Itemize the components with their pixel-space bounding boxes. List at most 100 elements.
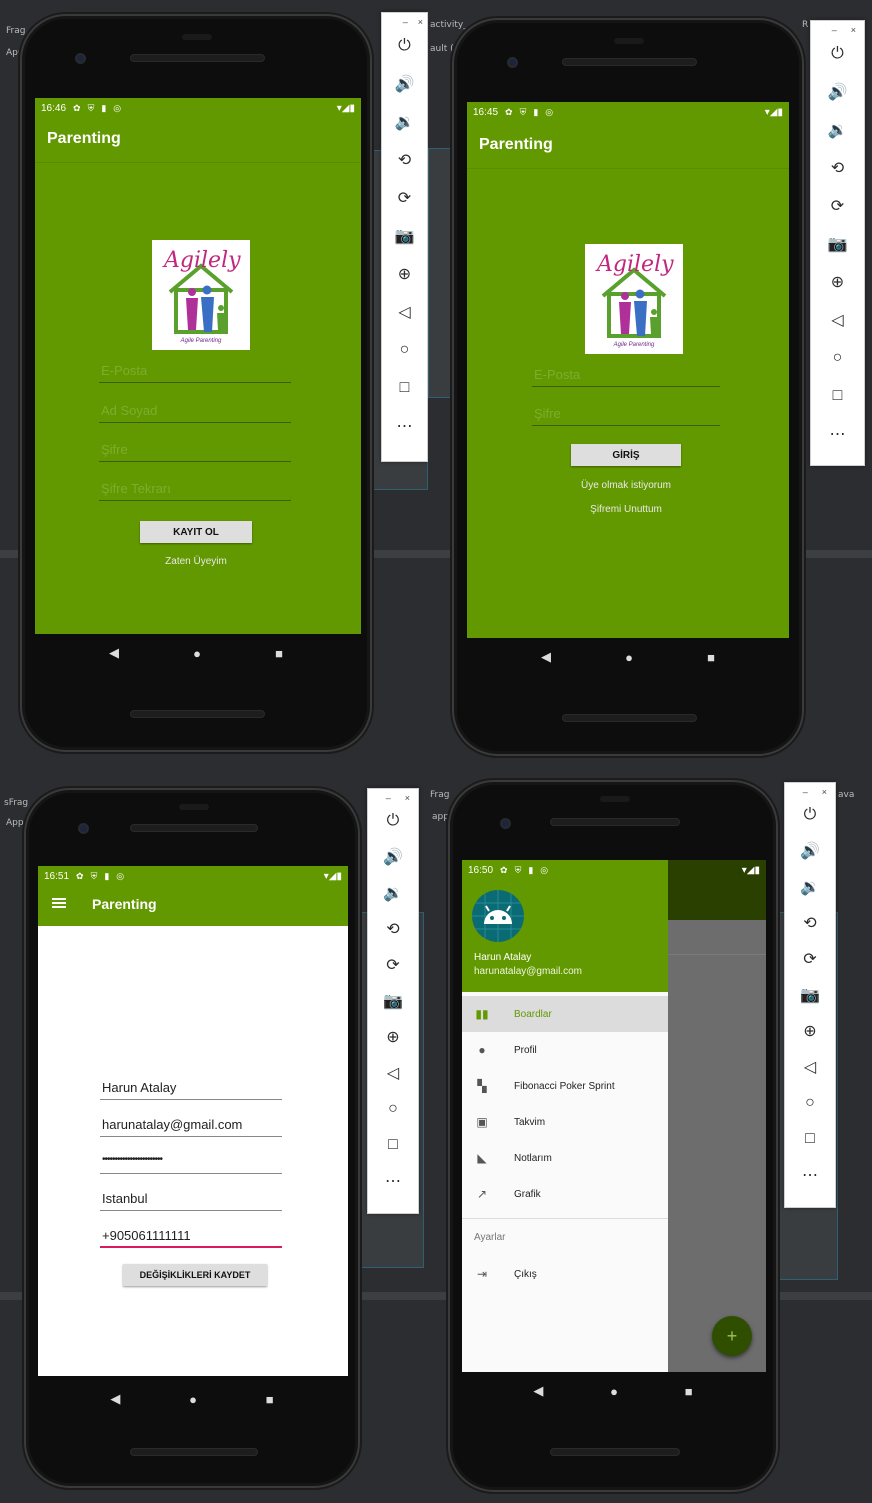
camera-icon[interactable]: 📷 xyxy=(800,977,820,1013)
register-link[interactable]: Üye olmak istiyorum xyxy=(557,480,695,491)
minimize-icon[interactable]: – xyxy=(832,25,837,35)
zoom-icon[interactable]: ⊕ xyxy=(398,255,411,293)
power-icon[interactable]: ⏻ xyxy=(804,797,817,833)
email-field[interactable]: E-Posta xyxy=(99,363,291,383)
save-changes-button[interactable]: DEĞİŞİKLİKLERİ KAYDET xyxy=(123,1264,267,1286)
password-field[interactable]: •••••••••••••••••••••••• xyxy=(100,1154,282,1174)
camera-icon[interactable]: 📷 xyxy=(383,983,403,1019)
name-field[interactable]: Ad Soyad xyxy=(99,403,291,423)
password-repeat-field[interactable]: Şifre Tekrarı xyxy=(99,481,291,501)
shield-status-icon: ⛨ xyxy=(87,102,95,113)
home-icon[interactable]: ○ xyxy=(388,1091,398,1127)
front-camera xyxy=(75,53,86,64)
rotate-right-icon[interactable]: ⟳ xyxy=(398,179,411,217)
drawer-item-label: Boardlar xyxy=(514,1008,552,1020)
volume-up-icon[interactable]: 🔊 xyxy=(800,833,820,869)
minimize-icon[interactable]: – xyxy=(386,793,391,803)
settings-status-icon: ✿ xyxy=(73,102,81,113)
drawer-item-grafik[interactable]: ↗ Grafik xyxy=(462,1176,668,1212)
drawer-user-name: Harun Atalay xyxy=(474,952,532,963)
volume-down-icon[interactable]: 🔉 xyxy=(800,869,820,905)
rotate-right-icon[interactable]: ⟳ xyxy=(386,947,399,983)
recents-nav-icon[interactable]: ■ xyxy=(707,650,715,665)
close-icon[interactable]: × xyxy=(405,793,410,803)
recents-nav-icon[interactable]: ■ xyxy=(685,1384,693,1399)
rotate-left-icon[interactable]: ⟲ xyxy=(803,905,816,941)
back-nav-icon[interactable]: ◀ xyxy=(533,1383,543,1399)
back-nav-icon[interactable]: ◀ xyxy=(109,645,119,661)
volume-down-icon[interactable]: 🔉 xyxy=(395,103,415,141)
password-field[interactable]: Şifre xyxy=(532,406,720,426)
password-field[interactable]: Şifre xyxy=(99,442,291,462)
rotate-right-icon[interactable]: ⟳ xyxy=(831,187,844,225)
overview-icon[interactable]: □ xyxy=(833,377,843,415)
back-nav-icon[interactable]: ◀ xyxy=(110,1391,120,1407)
power-icon[interactable]: ⏻ xyxy=(831,35,844,73)
drawer-item-boardlar[interactable]: ▮▮ Boardlar xyxy=(462,996,668,1032)
logout-item[interactable]: ⇥ Çıkış xyxy=(462,1256,668,1292)
minimize-icon[interactable]: – xyxy=(403,17,408,27)
more-icon[interactable]: ⋯ xyxy=(385,1163,401,1199)
drawer-item-profil[interactable]: ● Profil xyxy=(462,1032,668,1068)
email-field[interactable]: harunatalay@gmail.com xyxy=(100,1117,282,1137)
drawer-header: 16:50 ✿ ⛨ ▮ ◎ ▾◢▮ Harun Atalay harunatal… xyxy=(462,860,760,992)
phone-field[interactable]: +905061111111 xyxy=(100,1228,282,1248)
minimize-icon[interactable]: – xyxy=(803,787,808,797)
power-icon[interactable]: ⏻ xyxy=(387,803,400,839)
rotate-left-icon[interactable]: ⟲ xyxy=(386,911,399,947)
drawer-section-divider xyxy=(462,1218,668,1219)
back-icon[interactable]: ◁ xyxy=(387,1055,399,1091)
login-button[interactable]: GİRİŞ xyxy=(571,444,681,466)
close-icon[interactable]: × xyxy=(851,25,856,35)
power-icon[interactable]: ⏻ xyxy=(398,27,411,65)
zoom-icon[interactable]: ⊕ xyxy=(803,1013,816,1049)
home-icon[interactable]: ○ xyxy=(400,331,410,369)
drawer-item-notlarim[interactable]: ◣ Notlarım xyxy=(462,1140,668,1176)
email-field[interactable]: E-Posta xyxy=(532,367,720,387)
camera-icon[interactable]: 📷 xyxy=(395,217,415,255)
close-icon[interactable]: × xyxy=(822,787,827,797)
volume-up-icon[interactable]: 🔊 xyxy=(395,65,415,103)
overview-icon[interactable]: □ xyxy=(805,1121,815,1157)
more-icon[interactable]: ⋯ xyxy=(397,407,413,445)
camera-icon[interactable]: 📷 xyxy=(828,225,848,263)
hamburger-menu-icon[interactable] xyxy=(52,898,66,908)
more-icon[interactable]: ⋯ xyxy=(830,415,846,453)
home-nav-icon[interactable]: ● xyxy=(193,646,201,661)
home-icon[interactable]: ○ xyxy=(805,1085,815,1121)
back-nav-icon[interactable]: ◀ xyxy=(541,649,551,665)
zoom-icon[interactable]: ⊕ xyxy=(831,263,844,301)
close-icon[interactable]: × xyxy=(418,17,423,27)
volume-up-icon[interactable]: 🔊 xyxy=(828,73,848,111)
login-screen: 16:45 ✿ ⛨ ▮ ◎ ▾◢▮ Parenting Agilely Agil… xyxy=(467,102,789,638)
drawer-item-takvim[interactable]: ▣ Takvim xyxy=(462,1104,668,1140)
back-icon[interactable]: ◁ xyxy=(831,301,843,339)
city-field[interactable]: Istanbul xyxy=(100,1191,282,1211)
rotate-left-icon[interactable]: ⟲ xyxy=(398,141,411,179)
back-icon[interactable]: ◁ xyxy=(398,293,410,331)
drawer-item-fibonacci-poker-sprint[interactable]: ▚ Fibonacci Poker Sprint xyxy=(462,1068,668,1104)
already-member-link[interactable]: Zaten Üyeyim xyxy=(135,556,257,567)
add-fab-button[interactable]: + xyxy=(712,1316,752,1356)
register-button[interactable]: KAYIT OL xyxy=(140,521,252,543)
recents-nav-icon[interactable]: ■ xyxy=(266,1392,274,1407)
volume-up-icon[interactable]: 🔊 xyxy=(383,839,403,875)
more-icon[interactable]: ⋯ xyxy=(802,1157,818,1193)
emulator-drawer-panel: Frag app ava ava + 16:50 ✿ ⛨ ▮ ◎ xyxy=(428,766,872,1503)
volume-down-icon[interactable]: 🔉 xyxy=(383,875,403,911)
rotate-left-icon[interactable]: ⟲ xyxy=(831,149,844,187)
recents-nav-icon[interactable]: ■ xyxy=(275,646,283,661)
drawer-item-label: Takvim xyxy=(514,1116,546,1128)
home-nav-icon[interactable]: ● xyxy=(625,650,633,665)
overview-icon[interactable]: □ xyxy=(388,1127,398,1163)
home-icon[interactable]: ○ xyxy=(833,339,843,377)
back-icon[interactable]: ◁ xyxy=(804,1049,816,1085)
home-nav-icon[interactable]: ● xyxy=(610,1384,618,1399)
rotate-right-icon[interactable]: ⟳ xyxy=(803,941,816,977)
forgot-password-link[interactable]: Şifremi Unuttum xyxy=(557,504,695,515)
volume-down-icon[interactable]: 🔉 xyxy=(828,111,848,149)
home-nav-icon[interactable]: ● xyxy=(189,1392,197,1407)
zoom-icon[interactable]: ⊕ xyxy=(386,1019,399,1055)
overview-icon[interactable]: □ xyxy=(400,369,410,407)
name-field[interactable]: Harun Atalay xyxy=(100,1080,282,1100)
